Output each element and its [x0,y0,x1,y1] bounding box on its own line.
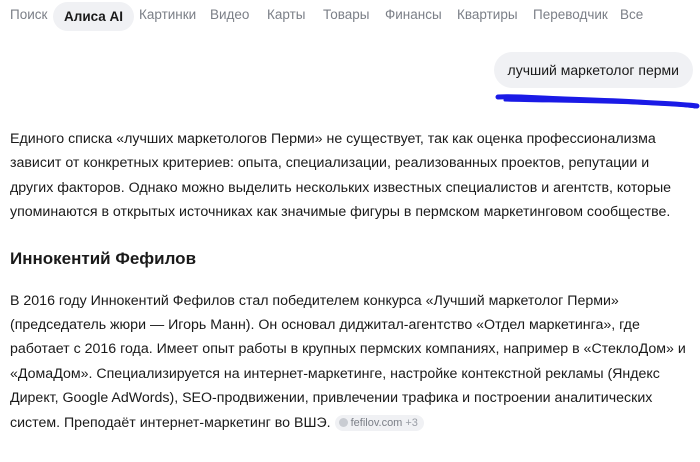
section-heading: Иннокентий Фефилов [10,248,197,268]
search-tabs: Поиск Алиса AI Картинки Видео Карты Това… [0,2,700,32]
source-more-count: +3 [405,416,418,429]
answer-body: Единого списка «лучших маркетологов Перм… [10,127,690,435]
tab-video[interactable]: Видео [210,7,249,22]
tab-translator[interactable]: Переводчик [533,7,608,22]
site-favicon-icon [338,417,348,427]
section-paragraph: В 2016 году Иннокентий Фефилов стал побе… [10,289,690,435]
tab-finance[interactable]: Финансы [385,7,442,22]
user-query-text: лучший маркетолог перми [507,62,679,78]
tab-alice-ai[interactable]: Алиса AI [53,2,135,31]
tab-maps[interactable]: Карты [267,7,305,22]
source-chip[interactable]: fefilov.com +3 [334,414,424,431]
tab-apartments[interactable]: Квартиры [457,7,518,22]
tab-products[interactable]: Товары [323,7,369,22]
tab-all[interactable]: Все [620,7,643,22]
user-query-bubble: лучший маркетолог перми [493,52,693,88]
tab-images[interactable]: Картинки [139,7,196,22]
source-domain: fefilov.com [350,416,403,429]
answer-intro-paragraph: Единого списка «лучших маркетологов Перм… [10,131,672,221]
tab-search[interactable]: Поиск [10,7,47,22]
section-paragraph-text: В 2016 году Иннокентий Фефилов стал побе… [10,292,686,431]
blue-pen-underline [495,94,700,109]
alice-answer-page: Поиск Алиса AI Картинки Видео Карты Това… [0,0,700,462]
